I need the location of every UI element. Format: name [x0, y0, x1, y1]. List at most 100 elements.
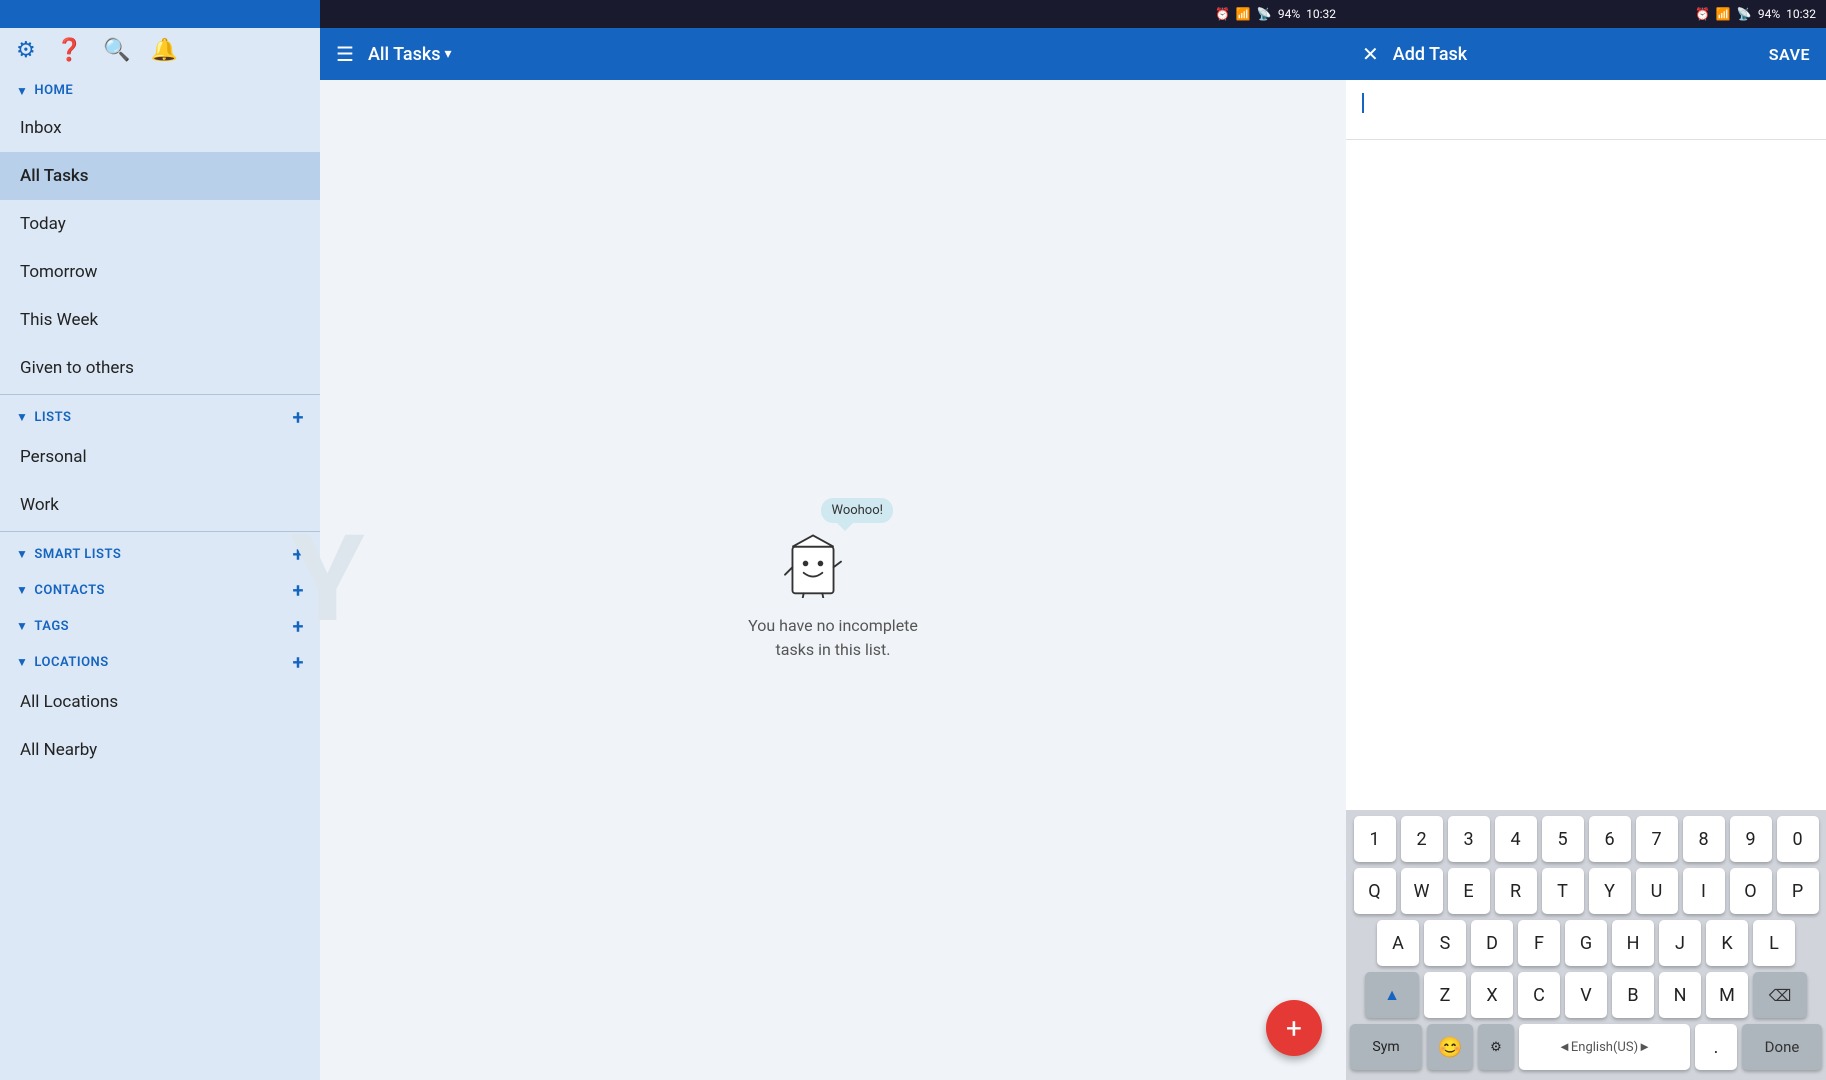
add-location-button[interactable]: +	[293, 652, 305, 672]
sidebar-item-personal[interactable]: Personal	[0, 433, 320, 481]
help-icon[interactable]: ❓	[56, 38, 83, 63]
key-l[interactable]: L	[1753, 920, 1795, 966]
search-icon[interactable]: 🔍	[103, 38, 130, 63]
task-input-area[interactable]	[1346, 80, 1826, 140]
sidebar-item-tomorrow[interactable]: Tomorrow	[0, 248, 320, 296]
key-v[interactable]: V	[1565, 972, 1607, 1018]
key-x[interactable]: X	[1471, 972, 1513, 1018]
gear-key[interactable]: ⚙	[1478, 1024, 1514, 1070]
keyboard-row-bottom: Sym 😊 ⚙ ◄ English(US) ► . Done	[1350, 1024, 1822, 1070]
middle-panel: ☰ All Tasks ▾ Y Woohoo!	[320, 28, 1346, 1080]
key-g[interactable]: G	[1565, 920, 1607, 966]
key-4[interactable]: 4	[1495, 816, 1537, 862]
key-p[interactable]: P	[1777, 868, 1819, 914]
sidebar-top-icons: ⚙ ❓ 🔍 🔔	[0, 28, 320, 73]
smart-lists-chevron: ▼	[16, 547, 28, 561]
key-8[interactable]: 8	[1683, 816, 1725, 862]
save-button[interactable]: SAVE	[1769, 45, 1810, 64]
sidebar-item-all-locations[interactable]: All Locations	[0, 678, 320, 726]
close-button[interactable]: ✕	[1362, 42, 1379, 66]
key-2[interactable]: 2	[1401, 816, 1443, 862]
main-layout: ⚙ ❓ 🔍 🔔 ▼ H O M E Inbox All Tasks Today Tom…	[0, 28, 1826, 1080]
add-smart-list-button[interactable]: +	[293, 544, 305, 564]
key-i[interactable]: I	[1683, 868, 1725, 914]
key-b[interactable]: B	[1612, 972, 1654, 1018]
key-q[interactable]: Q	[1354, 868, 1396, 914]
key-6[interactable]: 6	[1589, 816, 1631, 862]
delete-key[interactable]: ⌫	[1753, 972, 1807, 1018]
text-cursor	[1362, 93, 1364, 113]
fab-add-task[interactable]: +	[1266, 1000, 1322, 1056]
space-key[interactable]: ◄ English(US) ►	[1519, 1024, 1690, 1070]
key-a[interactable]: A	[1377, 920, 1419, 966]
empty-state: Woohoo!	[748, 498, 918, 662]
sidebar-item-inbox[interactable]: Inbox	[0, 104, 320, 152]
key-j[interactable]: J	[1659, 920, 1701, 966]
sym-key[interactable]: Sym	[1350, 1024, 1422, 1070]
status-bar: ⏰ 📶 📡 94% 10:32 ⏰ 📶 📡 94% 10:32	[0, 0, 1826, 28]
key-w[interactable]: W	[1401, 868, 1443, 914]
alarm-icon-right: ⏰	[1695, 7, 1710, 21]
keyboard-row-qwerty: Q W E R T Y U I O P	[1350, 868, 1822, 914]
key-n[interactable]: N	[1659, 972, 1701, 1018]
key-r[interactable]: R	[1495, 868, 1537, 914]
status-bar-left	[0, 0, 320, 28]
done-key[interactable]: Done	[1742, 1024, 1822, 1070]
contacts-chevron: ▼	[16, 583, 28, 597]
locations-label: LOCATIONS	[34, 655, 108, 670]
key-o[interactable]: O	[1730, 868, 1772, 914]
lists-label: LISTS	[34, 410, 71, 425]
key-c[interactable]: C	[1518, 972, 1560, 1018]
home-chevron: ▼	[16, 84, 28, 98]
key-3[interactable]: 3	[1448, 816, 1490, 862]
section-smart-lists: ▼ SMART LISTS +	[0, 534, 320, 570]
key-e[interactable]: E	[1448, 868, 1490, 914]
section-lists: ▼ LISTS +	[0, 397, 320, 433]
key-u[interactable]: U	[1636, 868, 1678, 914]
empty-state-text: You have no incompletetasks in this list…	[748, 614, 918, 662]
key-z[interactable]: Z	[1424, 972, 1466, 1018]
period-key[interactable]: .	[1695, 1024, 1737, 1070]
woohoo-illustration: Woohoo!	[773, 498, 893, 598]
sidebar-item-all-nearby[interactable]: All Nearby	[0, 726, 320, 774]
key-1[interactable]: 1	[1354, 816, 1396, 862]
shift-key[interactable]: ▲	[1365, 972, 1419, 1018]
wifi-icon: 📶	[1236, 7, 1251, 21]
sidebar-item-work[interactable]: Work	[0, 481, 320, 529]
add-list-button[interactable]: +	[293, 407, 305, 427]
time-mid: 10:32	[1306, 7, 1336, 21]
time-right: 10:32	[1786, 7, 1816, 21]
key-k[interactable]: K	[1706, 920, 1748, 966]
bell-icon[interactable]: 🔔	[151, 38, 178, 63]
key-t[interactable]: T	[1542, 868, 1584, 914]
wifi-icon-right: 📶	[1716, 7, 1731, 21]
dropdown-chevron-icon[interactable]: ▾	[445, 46, 452, 62]
sidebar-item-given-to-others[interactable]: Given to others	[0, 344, 320, 392]
sidebar-item-this-week[interactable]: This Week	[0, 296, 320, 344]
key-9[interactable]: 9	[1730, 816, 1772, 862]
key-f[interactable]: F	[1518, 920, 1560, 966]
gear-icon[interactable]: ⚙	[16, 38, 36, 63]
add-tag-button[interactable]: +	[293, 616, 305, 636]
key-7[interactable]: 7	[1636, 816, 1678, 862]
sidebar-item-all-tasks[interactable]: All Tasks	[0, 152, 320, 200]
add-task-title: Add Task	[1393, 44, 1755, 65]
panel-content: Y Woohoo!	[320, 80, 1346, 1080]
middle-panel-title: All Tasks ▾	[368, 44, 452, 65]
key-m[interactable]: M	[1706, 972, 1748, 1018]
locations-chevron: ▼	[16, 655, 28, 669]
key-h[interactable]: H	[1612, 920, 1654, 966]
section-locations: ▼ LOCATIONS +	[0, 642, 320, 678]
key-s[interactable]: S	[1424, 920, 1466, 966]
task-notes-area[interactable]	[1346, 140, 1826, 810]
keyboard-row-zxcv: ▲ Z X C V B N M ⌫	[1350, 972, 1822, 1018]
add-contact-button[interactable]: +	[293, 580, 305, 600]
sidebar-item-today[interactable]: Today	[0, 200, 320, 248]
tags-label: TAGS	[34, 619, 69, 634]
emoji-key[interactable]: 😊	[1427, 1024, 1473, 1070]
key-y[interactable]: Y	[1589, 868, 1631, 914]
key-0[interactable]: 0	[1777, 816, 1819, 862]
hamburger-icon[interactable]: ☰	[336, 42, 354, 66]
key-d[interactable]: D	[1471, 920, 1513, 966]
key-5[interactable]: 5	[1542, 816, 1584, 862]
